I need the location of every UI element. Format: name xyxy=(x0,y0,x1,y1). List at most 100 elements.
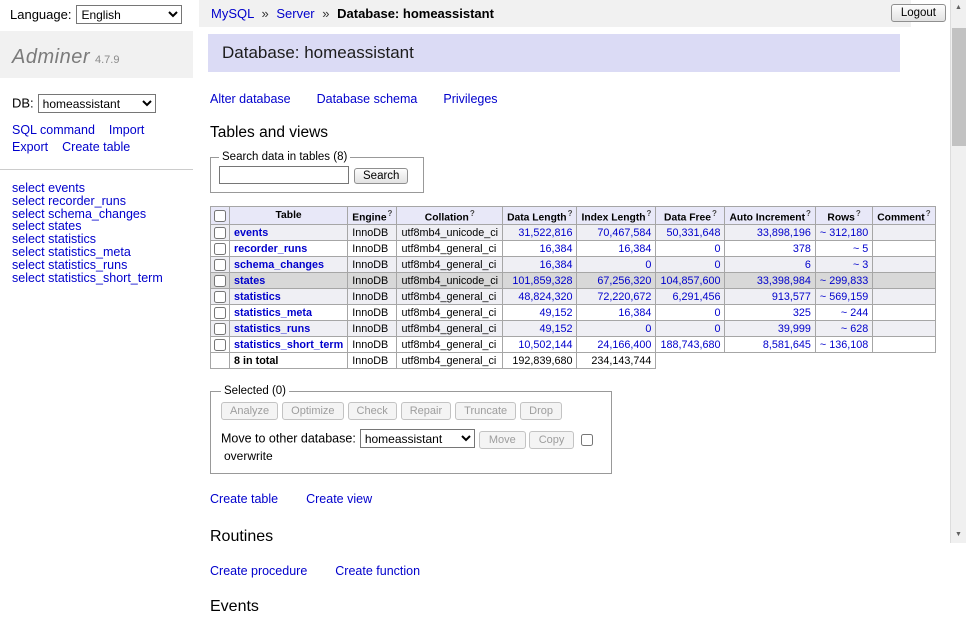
data-length-link[interactable]: 31,522,816 xyxy=(518,227,572,239)
data-free-link[interactable]: 0 xyxy=(714,323,720,335)
index-length-link[interactable]: 70,467,584 xyxy=(597,227,651,239)
search-input[interactable] xyxy=(219,166,349,184)
data-free-link[interactable]: 0 xyxy=(714,307,720,319)
table-name-link[interactable]: recorder_runs xyxy=(234,243,307,255)
repair-button[interactable]: Repair xyxy=(401,402,451,420)
rows-link[interactable]: ~ 299,833 xyxy=(820,275,868,287)
rows-link[interactable]: ~ 3 xyxy=(853,259,868,271)
drop-button[interactable]: Drop xyxy=(520,402,562,420)
cell-auto-increment: 6 xyxy=(725,257,815,273)
help-icon[interactable]: ? xyxy=(568,209,573,218)
table-name-link[interactable]: schema_changes xyxy=(234,259,324,271)
sidebar-action-link[interactable]: SQL command xyxy=(12,123,95,137)
row-checkbox[interactable] xyxy=(214,259,226,271)
create-link[interactable]: Create view xyxy=(306,492,372,506)
table-name-link[interactable]: statistics_runs xyxy=(234,323,310,335)
data-length-link[interactable]: 101,859,328 xyxy=(512,275,572,287)
row-checkbox[interactable] xyxy=(214,227,226,239)
table-name-link[interactable]: statistics xyxy=(234,291,281,303)
move-database-select[interactable]: homeassistant xyxy=(360,429,475,448)
help-icon[interactable]: ? xyxy=(856,209,861,218)
scroll-thumb[interactable] xyxy=(952,28,966,146)
index-length-link[interactable]: 67,256,320 xyxy=(597,275,651,287)
db-select[interactable]: homeassistant xyxy=(38,94,156,113)
sidebar-action-link[interactable]: Create table xyxy=(62,140,130,154)
data-free-link[interactable]: 0 xyxy=(714,259,720,271)
help-icon[interactable]: ? xyxy=(470,209,475,218)
copy-button[interactable]: Copy xyxy=(529,431,575,449)
table-name-link[interactable]: events xyxy=(234,227,268,239)
main-content: Database: homeassistant Alter databaseDa… xyxy=(208,34,908,625)
auto-increment-link[interactable]: 6 xyxy=(805,259,811,271)
help-icon[interactable]: ? xyxy=(926,209,931,218)
db-action-link[interactable]: Alter database xyxy=(210,92,291,106)
language-select[interactable]: English xyxy=(76,5,182,24)
data-length-link[interactable]: 49,152 xyxy=(539,307,572,319)
index-length-link[interactable]: 24,166,400 xyxy=(597,339,651,351)
optimize-button[interactable]: Optimize xyxy=(282,402,343,420)
routine-link[interactable]: Create function xyxy=(335,564,420,578)
data-length-link[interactable]: 49,152 xyxy=(539,323,572,335)
db-action-link[interactable]: Privileges xyxy=(443,92,497,106)
index-length-link[interactable]: 16,384 xyxy=(618,243,651,255)
data-free-link[interactable]: 188,743,680 xyxy=(660,339,720,351)
row-checkbox[interactable] xyxy=(214,291,226,303)
data-length-link[interactable]: 16,384 xyxy=(539,243,572,255)
routine-link[interactable]: Create procedure xyxy=(210,564,307,578)
table-name-link[interactable]: statistics_short_term xyxy=(234,339,343,351)
db-action-link[interactable]: Database schema xyxy=(317,92,418,106)
index-length-link[interactable]: 0 xyxy=(645,323,651,335)
auto-increment-link[interactable]: 378 xyxy=(793,243,811,255)
analyze-button[interactable]: Analyze xyxy=(221,402,278,420)
data-length-link[interactable]: 48,824,320 xyxy=(518,291,572,303)
help-icon[interactable]: ? xyxy=(647,209,652,218)
rows-link[interactable]: ~ 5 xyxy=(853,243,868,255)
scroll-down-icon[interactable]: ▼ xyxy=(951,527,966,543)
help-icon[interactable]: ? xyxy=(806,209,811,218)
data-free-link[interactable]: 6,291,456 xyxy=(672,291,720,303)
data-free-link[interactable]: 104,857,600 xyxy=(660,275,720,287)
table-name-link[interactable]: states xyxy=(234,275,265,287)
row-checkbox[interactable] xyxy=(214,275,226,287)
table-name-link[interactable]: statistics_meta xyxy=(234,307,312,319)
auto-increment-link[interactable]: 8,581,645 xyxy=(763,339,811,351)
auto-increment-link[interactable]: 33,398,984 xyxy=(757,275,811,287)
scrollbar[interactable]: ▲ ▼ xyxy=(950,0,966,543)
rows-link[interactable]: ~ 569,159 xyxy=(820,291,868,303)
auto-increment-link[interactable]: 33,898,196 xyxy=(757,227,811,239)
sidebar-action-link[interactable]: Import xyxy=(109,123,144,137)
data-free-link[interactable]: 50,331,648 xyxy=(666,227,720,239)
sidebar-table-link[interactable]: select statistics_short_term xyxy=(12,271,163,285)
scroll-up-icon[interactable]: ▲ xyxy=(951,0,966,16)
index-length-link[interactable]: 72,220,672 xyxy=(597,291,651,303)
help-icon[interactable]: ? xyxy=(388,209,393,218)
help-icon[interactable]: ? xyxy=(712,209,717,218)
logout-button[interactable]: Logout xyxy=(891,4,946,22)
check-button[interactable]: Check xyxy=(348,402,397,420)
create-link[interactable]: Create table xyxy=(210,492,278,506)
row-checkbox[interactable] xyxy=(214,243,226,255)
auto-increment-link[interactable]: 39,999 xyxy=(778,323,811,335)
truncate-button[interactable]: Truncate xyxy=(455,402,516,420)
move-button[interactable]: Move xyxy=(479,431,526,449)
data-length-link[interactable]: 16,384 xyxy=(539,259,572,271)
select-all-checkbox[interactable] xyxy=(214,210,226,222)
rows-link[interactable]: ~ 244 xyxy=(841,307,868,319)
auto-increment-link[interactable]: 325 xyxy=(793,307,811,319)
auto-increment-link[interactable]: 913,577 xyxy=(772,291,811,303)
rows-link[interactable]: ~ 312,180 xyxy=(820,227,868,239)
data-free-link[interactable]: 0 xyxy=(714,243,720,255)
sidebar-action-link[interactable]: Export xyxy=(12,140,48,154)
search-button[interactable]: Search xyxy=(354,168,408,184)
row-checkbox[interactable] xyxy=(214,339,226,351)
breadcrumb-link-server[interactable]: Server xyxy=(276,6,314,21)
index-length-link[interactable]: 0 xyxy=(645,259,651,271)
data-length-link[interactable]: 10,502,144 xyxy=(518,339,572,351)
rows-link[interactable]: ~ 628 xyxy=(841,323,868,335)
index-length-link[interactable]: 16,384 xyxy=(618,307,651,319)
overwrite-checkbox[interactable] xyxy=(581,434,593,446)
breadcrumb-link-mysql[interactable]: MySQL xyxy=(211,6,254,21)
row-checkbox[interactable] xyxy=(214,307,226,319)
row-checkbox[interactable] xyxy=(214,323,226,335)
rows-link[interactable]: ~ 136,108 xyxy=(820,339,868,351)
